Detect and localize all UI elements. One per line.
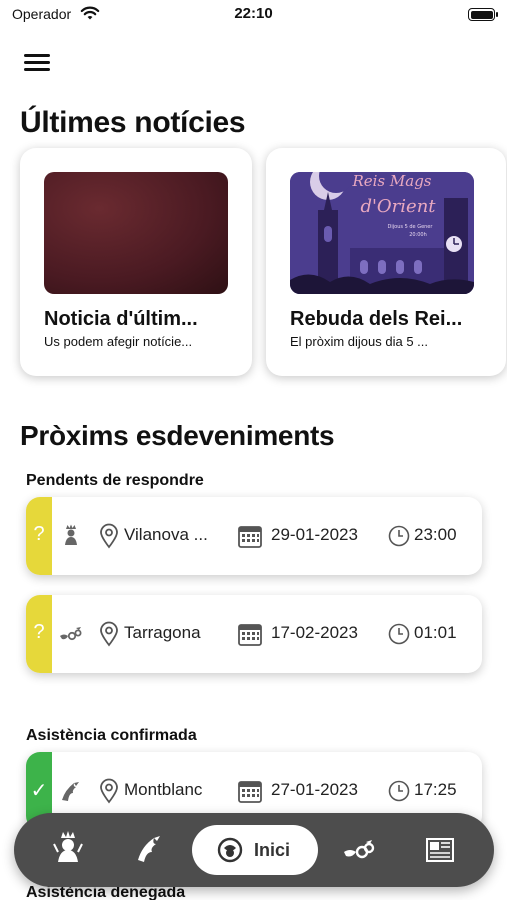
tab-news[interactable] (418, 828, 462, 872)
clock-icon (388, 623, 410, 645)
hamburger-menu-icon (24, 54, 50, 57)
status-stripe: ? (26, 595, 52, 673)
news-section-title: Últimes notícies (20, 106, 246, 139)
news-card-subtitle: El pròxim dijous dia 5 ... (290, 334, 429, 349)
event-time: 01:01 (414, 623, 457, 642)
kings-poster-image: Reis Mags d'Orient Dijous 5 de Gener 20:… (290, 172, 474, 294)
news-card-title: Rebuda dels Rei... (290, 308, 463, 330)
location-pin-icon (98, 523, 120, 549)
pending-section-title: Pendents de respondre (26, 472, 204, 489)
news-card-title: Noticia d'últim... (44, 308, 198, 330)
location-pin-icon (98, 621, 120, 647)
status-mark: ✓ (30, 780, 48, 802)
location-pin-icon (98, 778, 120, 804)
clock-time: 22:10 (234, 5, 273, 22)
dragon-figure-icon (58, 621, 84, 647)
giant-figure-icon (53, 831, 83, 862)
event-date: 27-01-2023 (271, 780, 358, 799)
tab-home-label: Inici (254, 840, 291, 860)
events-section-title: Pròxims esdeveniments (20, 420, 335, 451)
tab-home[interactable]: Inici (192, 825, 318, 875)
giant-figure-icon (58, 523, 84, 549)
svg-text:20:00h: 20:00h (409, 232, 427, 238)
dragon-figure-icon (344, 840, 375, 859)
event-row[interactable]: ? Tarragona 17-02-2023 01:01 (26, 595, 482, 673)
eagle-figure-icon (58, 778, 84, 804)
news-card[interactable]: Noticia d'últim... Us podem afegir notíc… (20, 148, 252, 376)
confirmed-section-title: Asistència confirmada (26, 727, 197, 744)
status-mark: ? (33, 621, 45, 643)
event-date: 29-01-2023 (271, 525, 358, 544)
svg-text:d'Orient: d'Orient (360, 196, 436, 217)
svg-text:Dijous 5 de Gener: Dijous 5 de Gener (388, 224, 434, 230)
event-location: Montblanc (124, 780, 203, 799)
tab-eagle[interactable] (126, 828, 170, 872)
status-mark: ? (33, 523, 45, 545)
newspaper-icon (426, 838, 454, 862)
event-time: 17:25 (414, 780, 457, 799)
status-stripe: ? (26, 497, 52, 575)
clock-icon (388, 780, 410, 802)
clock-icon (388, 525, 410, 547)
bottom-tab-bar: Inici (14, 813, 494, 887)
event-location: Tarragona (124, 623, 201, 642)
news-card-subtitle: Us podem afegir notície... (44, 334, 193, 349)
news-card[interactable]: Reis Mags d'Orient Dijous 5 de Gener 20:… (266, 148, 506, 376)
event-location: Vilanova ... (124, 525, 208, 544)
event-row[interactable]: ? Vilanova ... 29-01-2023 23:00 (26, 497, 482, 575)
news-thumbnail (44, 172, 228, 294)
battery-icon (468, 8, 498, 21)
calendar-icon (237, 621, 263, 647)
calendar-icon (237, 778, 263, 804)
event-date: 17-02-2023 (271, 623, 358, 642)
news-thumbnail: Reis Mags d'Orient Dijous 5 de Gener 20:… (290, 172, 474, 294)
calendar-icon (237, 523, 263, 549)
svg-text:Reis Mags: Reis Mags (351, 172, 431, 190)
tab-giants[interactable] (46, 828, 90, 872)
eagle-figure-icon (138, 836, 160, 862)
menu-button[interactable] (22, 50, 52, 74)
status-bar: Operador 22:10 (0, 0, 507, 30)
home-icon (217, 837, 243, 863)
tab-dragon[interactable] (336, 828, 380, 872)
event-time: 23:00 (414, 525, 457, 544)
